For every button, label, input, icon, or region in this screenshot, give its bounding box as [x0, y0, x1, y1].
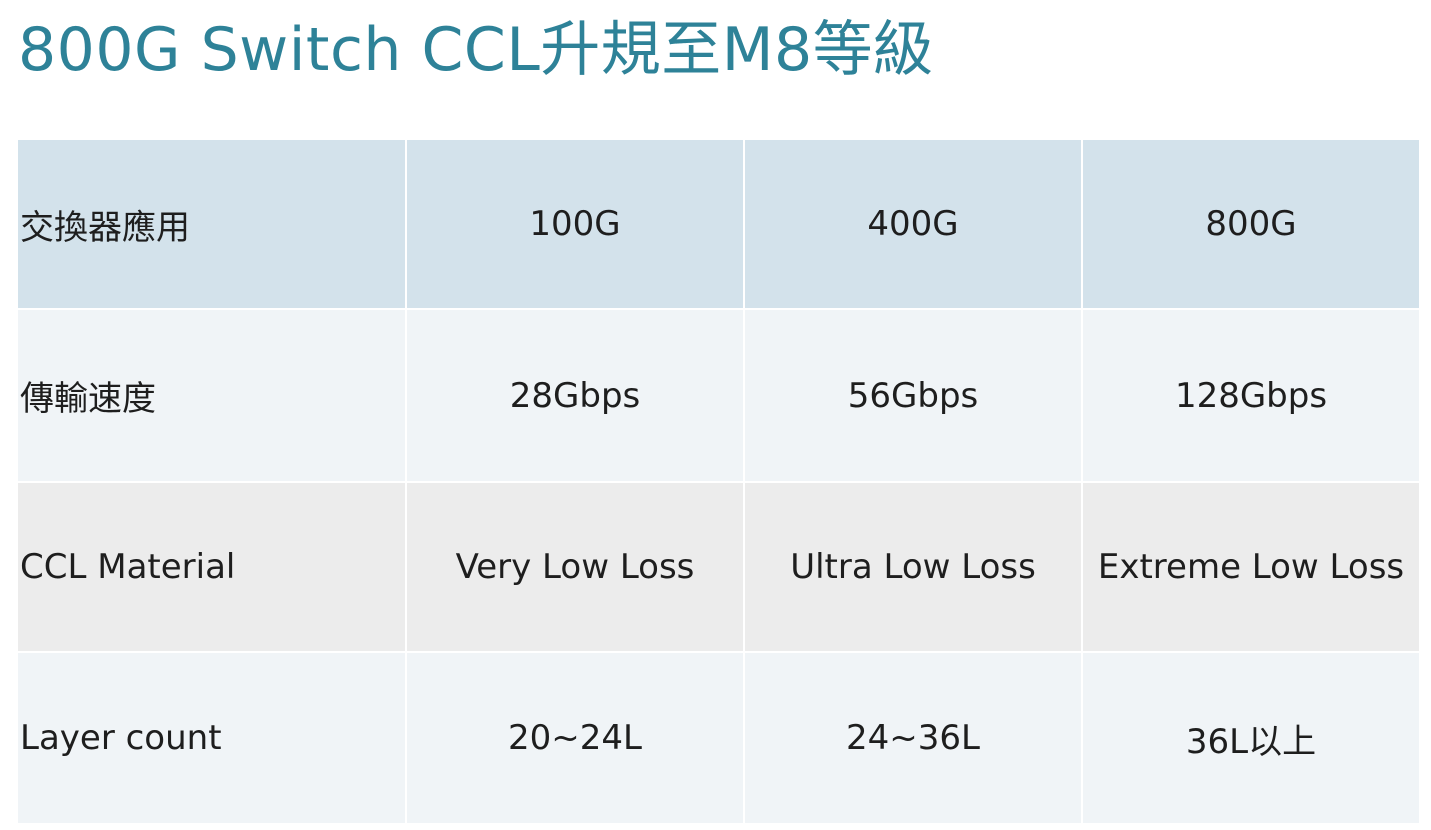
comparison-table: 交換器應用 100G 400G 800G 傳輸速度 28Gbps 56Gbps …	[16, 138, 1421, 825]
table-cell: 36L以上	[1083, 653, 1419, 823]
table-row-speed: 傳輸速度 28Gbps 56Gbps 128Gbps	[18, 310, 1419, 481]
table-cell: Ultra Low Loss	[745, 483, 1081, 651]
table-cell: 28Gbps	[407, 310, 743, 481]
header-label-cell: 交換器應用	[18, 140, 405, 308]
slide: 800G Switch CCL升規至M8等級 交換器應用 100G 400G 8…	[0, 0, 1431, 830]
table-row-ccl-material: CCL Material Very Low Loss Ultra Low Los…	[18, 483, 1419, 651]
table-row-layer-count: Layer count 20~24L 24~36L 36L以上	[18, 653, 1419, 823]
header-cell-400g: 400G	[745, 140, 1081, 308]
slide-title: 800G Switch CCL升規至M8等級	[18, 15, 934, 85]
table-cell: Extreme Low Loss	[1083, 483, 1419, 651]
table-cell: 24~36L	[745, 653, 1081, 823]
table-cell: Very Low Loss	[407, 483, 743, 651]
row-label-speed: 傳輸速度	[18, 310, 405, 481]
table-cell: 128Gbps	[1083, 310, 1419, 481]
table-header-row: 交換器應用 100G 400G 800G	[18, 140, 1419, 308]
row-label-ccl-material: CCL Material	[18, 483, 405, 651]
header-cell-100g: 100G	[407, 140, 743, 308]
table-cell: 20~24L	[407, 653, 743, 823]
header-cell-800g: 800G	[1083, 140, 1419, 308]
row-label-layer-count: Layer count	[18, 653, 405, 823]
table-cell: 56Gbps	[745, 310, 1081, 481]
